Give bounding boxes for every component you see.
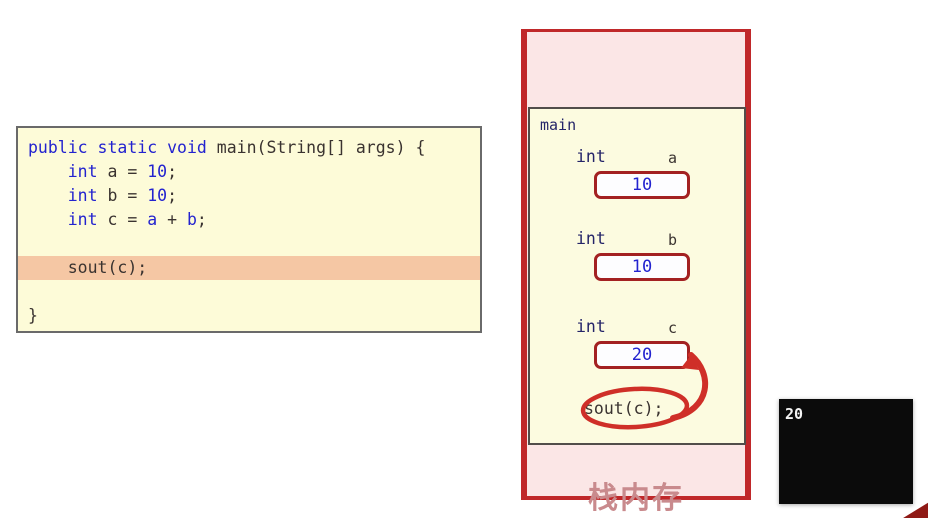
variable-name: c [668,319,678,337]
stack-frame-main: main int a 10 int b 10 int c 20 sout(c); [528,107,746,445]
code-line [18,280,480,304]
variable-name: b [668,231,678,249]
code-token: a [147,210,158,229]
code-lines: public static void main(String[] args) {… [18,136,480,328]
code-token: + [157,210,187,229]
code-token: 10 [147,186,168,205]
code-line: public static void main(String[] args) { [18,136,480,160]
code-token: void [167,138,207,157]
code-token: ; [167,162,178,181]
code-line: int c = a + b; [18,208,480,232]
code-token: public [28,138,88,157]
code-line: int b = 10; [18,184,480,208]
variable-type: int [576,317,606,336]
code-token: int [67,162,98,181]
code-token: int [67,210,98,229]
variable-value-box: 20 [594,341,690,369]
code-token: } [28,306,38,325]
code-token: c = [97,210,148,229]
code-line [18,232,480,256]
code-line: } [18,304,480,328]
code-token: b = [97,186,148,205]
variable-type: int [576,229,606,248]
stack-frame-name: main [540,116,577,134]
code-token: ; [196,210,207,229]
code-panel: public static void main(String[] args) {… [16,126,482,333]
code-token: sout(c); [28,258,148,277]
code-line-highlighted: sout(c); [18,256,480,280]
stack-memory-label: 栈内存 [588,481,684,516]
code-token: static [97,138,158,157]
console-output-window: 20 [779,399,913,504]
slide-canvas: public static void main(String[] args) {… [0,0,928,518]
variable-value-box: 10 [594,253,690,281]
frame-call-statement: sout(c); [584,399,664,418]
variable-name: a [668,149,678,167]
code-token: ; [167,186,178,205]
variable-type: int [576,147,606,166]
code-token: 10 [147,162,168,181]
code-token: int [67,186,98,205]
code-token: a = [97,162,148,181]
variable-value-box: 10 [594,171,690,199]
code-token: b [186,210,197,229]
console-output-text: 20 [785,405,804,423]
code-token: main(String[] args) { [206,138,426,157]
code-line: int a = 10; [18,160,480,184]
